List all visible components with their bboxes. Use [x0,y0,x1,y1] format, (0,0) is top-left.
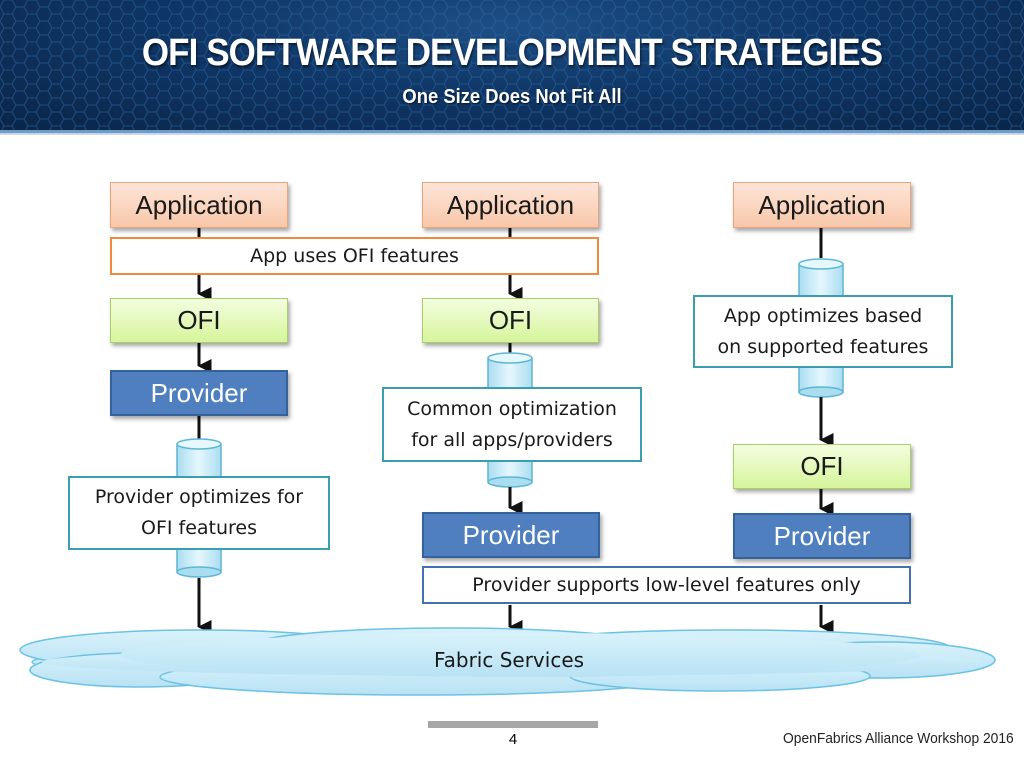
column-1-ofi-box: OFI [110,298,288,343]
fabric-services-label: Fabric Services [433,648,585,672]
column-3-ofi-box: OFI [733,444,911,489]
note-line: App optimizes based [723,304,923,327]
footer-event-text: OpenFabrics Alliance Workshop 2016 [783,730,1014,747]
column-2-application-box: Application [422,182,599,228]
provider-low-level-note: Provider supports low-level features onl… [422,566,911,604]
note-line: Common optimization [407,397,617,420]
column-2-provider-box: Provider [422,512,600,558]
column-1-optimization-note: Provider optimizes for OFI features [68,476,330,550]
column-3-provider-box: Provider [733,513,911,559]
footer-bar [428,721,598,728]
column-2-ofi-box: OFI [422,298,599,343]
column-1-application-box: Application [110,182,288,228]
page-number: 4 [508,731,518,748]
note-line: for all apps/providers [411,428,613,451]
column-1-connectors [176,228,222,634]
column-1-provider-box: Provider [110,370,288,416]
column-3-application-box: Application [733,182,911,228]
note-line: on supported features [717,335,929,358]
column-3-optimization-note: App optimizes based on supported feature… [693,295,953,368]
note-line: OFI features [140,517,258,539]
column-2-optimization-note: Common optimization for all apps/provide… [382,387,642,462]
note-line: Provider optimizes for [94,486,304,508]
app-uses-ofi-note: App uses OFI features [110,237,599,275]
